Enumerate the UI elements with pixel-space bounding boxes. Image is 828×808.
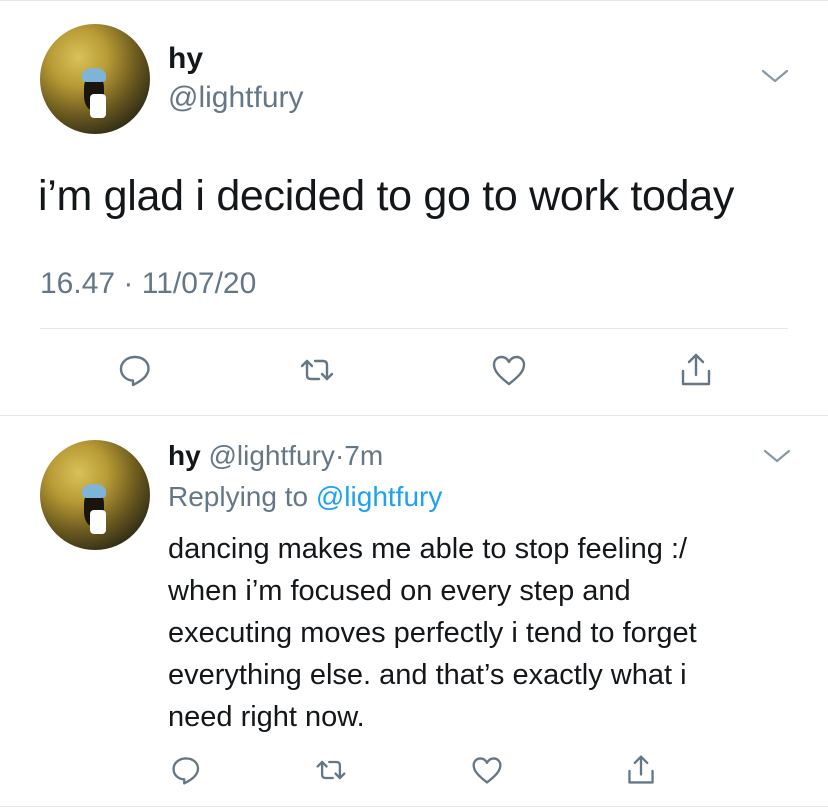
bottom-divider: [0, 806, 828, 807]
like-button[interactable]: [487, 348, 531, 392]
retweet-icon: [314, 754, 348, 786]
reply-display-name[interactable]: hy: [168, 440, 201, 471]
share-button[interactable]: [674, 348, 718, 392]
reply-text-line: everything else. and that’s exactly what…: [168, 659, 687, 691]
more-options-chevron-icon[interactable]: [760, 66, 790, 91]
reply-text-line: need right now.: [168, 701, 365, 733]
reply-icon: [117, 352, 153, 388]
top-divider: [0, 0, 828, 1]
share-icon: [678, 351, 714, 389]
reply-icon: [170, 754, 202, 786]
like-icon: [490, 352, 528, 388]
reply-text-line: dancing makes me able to stop feeling :/: [168, 533, 688, 565]
section-divider: [0, 415, 828, 416]
reply-share-button[interactable]: [619, 748, 663, 792]
tweet-text: i’m glad i decided to go to work today: [38, 172, 735, 220]
reply-text: dancing makes me able to stop feeling :/…: [168, 528, 697, 738]
reply-reply-button[interactable]: [164, 748, 208, 792]
display-name[interactable]: hy: [168, 42, 203, 76]
retweet-button[interactable]: [295, 348, 339, 392]
share-icon: [625, 753, 657, 787]
reply-more-options-chevron-icon[interactable]: [762, 446, 792, 471]
replying-to: Replying to @lightfury: [168, 480, 442, 514]
user-handle[interactable]: @lightfury: [168, 80, 304, 116]
tweet-timestamp[interactable]: 16.47 · 11/07/20: [40, 265, 256, 303]
reply-header: hy @lightfury·7m: [168, 439, 383, 473]
reply-user-handle[interactable]: @lightfury: [208, 440, 334, 471]
retweet-icon: [298, 352, 336, 388]
reply-like-button[interactable]: [465, 748, 509, 792]
reply-text-line: executing moves perfectly i tend to forg…: [168, 617, 697, 649]
like-icon: [470, 754, 504, 786]
timestamp-divider: [40, 328, 788, 329]
reply-button[interactable]: [113, 348, 157, 392]
reply-retweet-button[interactable]: [309, 748, 353, 792]
avatar[interactable]: [40, 24, 150, 134]
replying-to-label: Replying to: [168, 481, 309, 512]
reply-time[interactable]: 7m: [344, 440, 383, 471]
reply-text-line: when i’m focused on every step and: [168, 575, 631, 607]
replying-to-handle-link[interactable]: @lightfury: [316, 481, 442, 512]
reply-avatar[interactable]: [40, 440, 150, 550]
reply-separator: ·: [334, 440, 345, 471]
